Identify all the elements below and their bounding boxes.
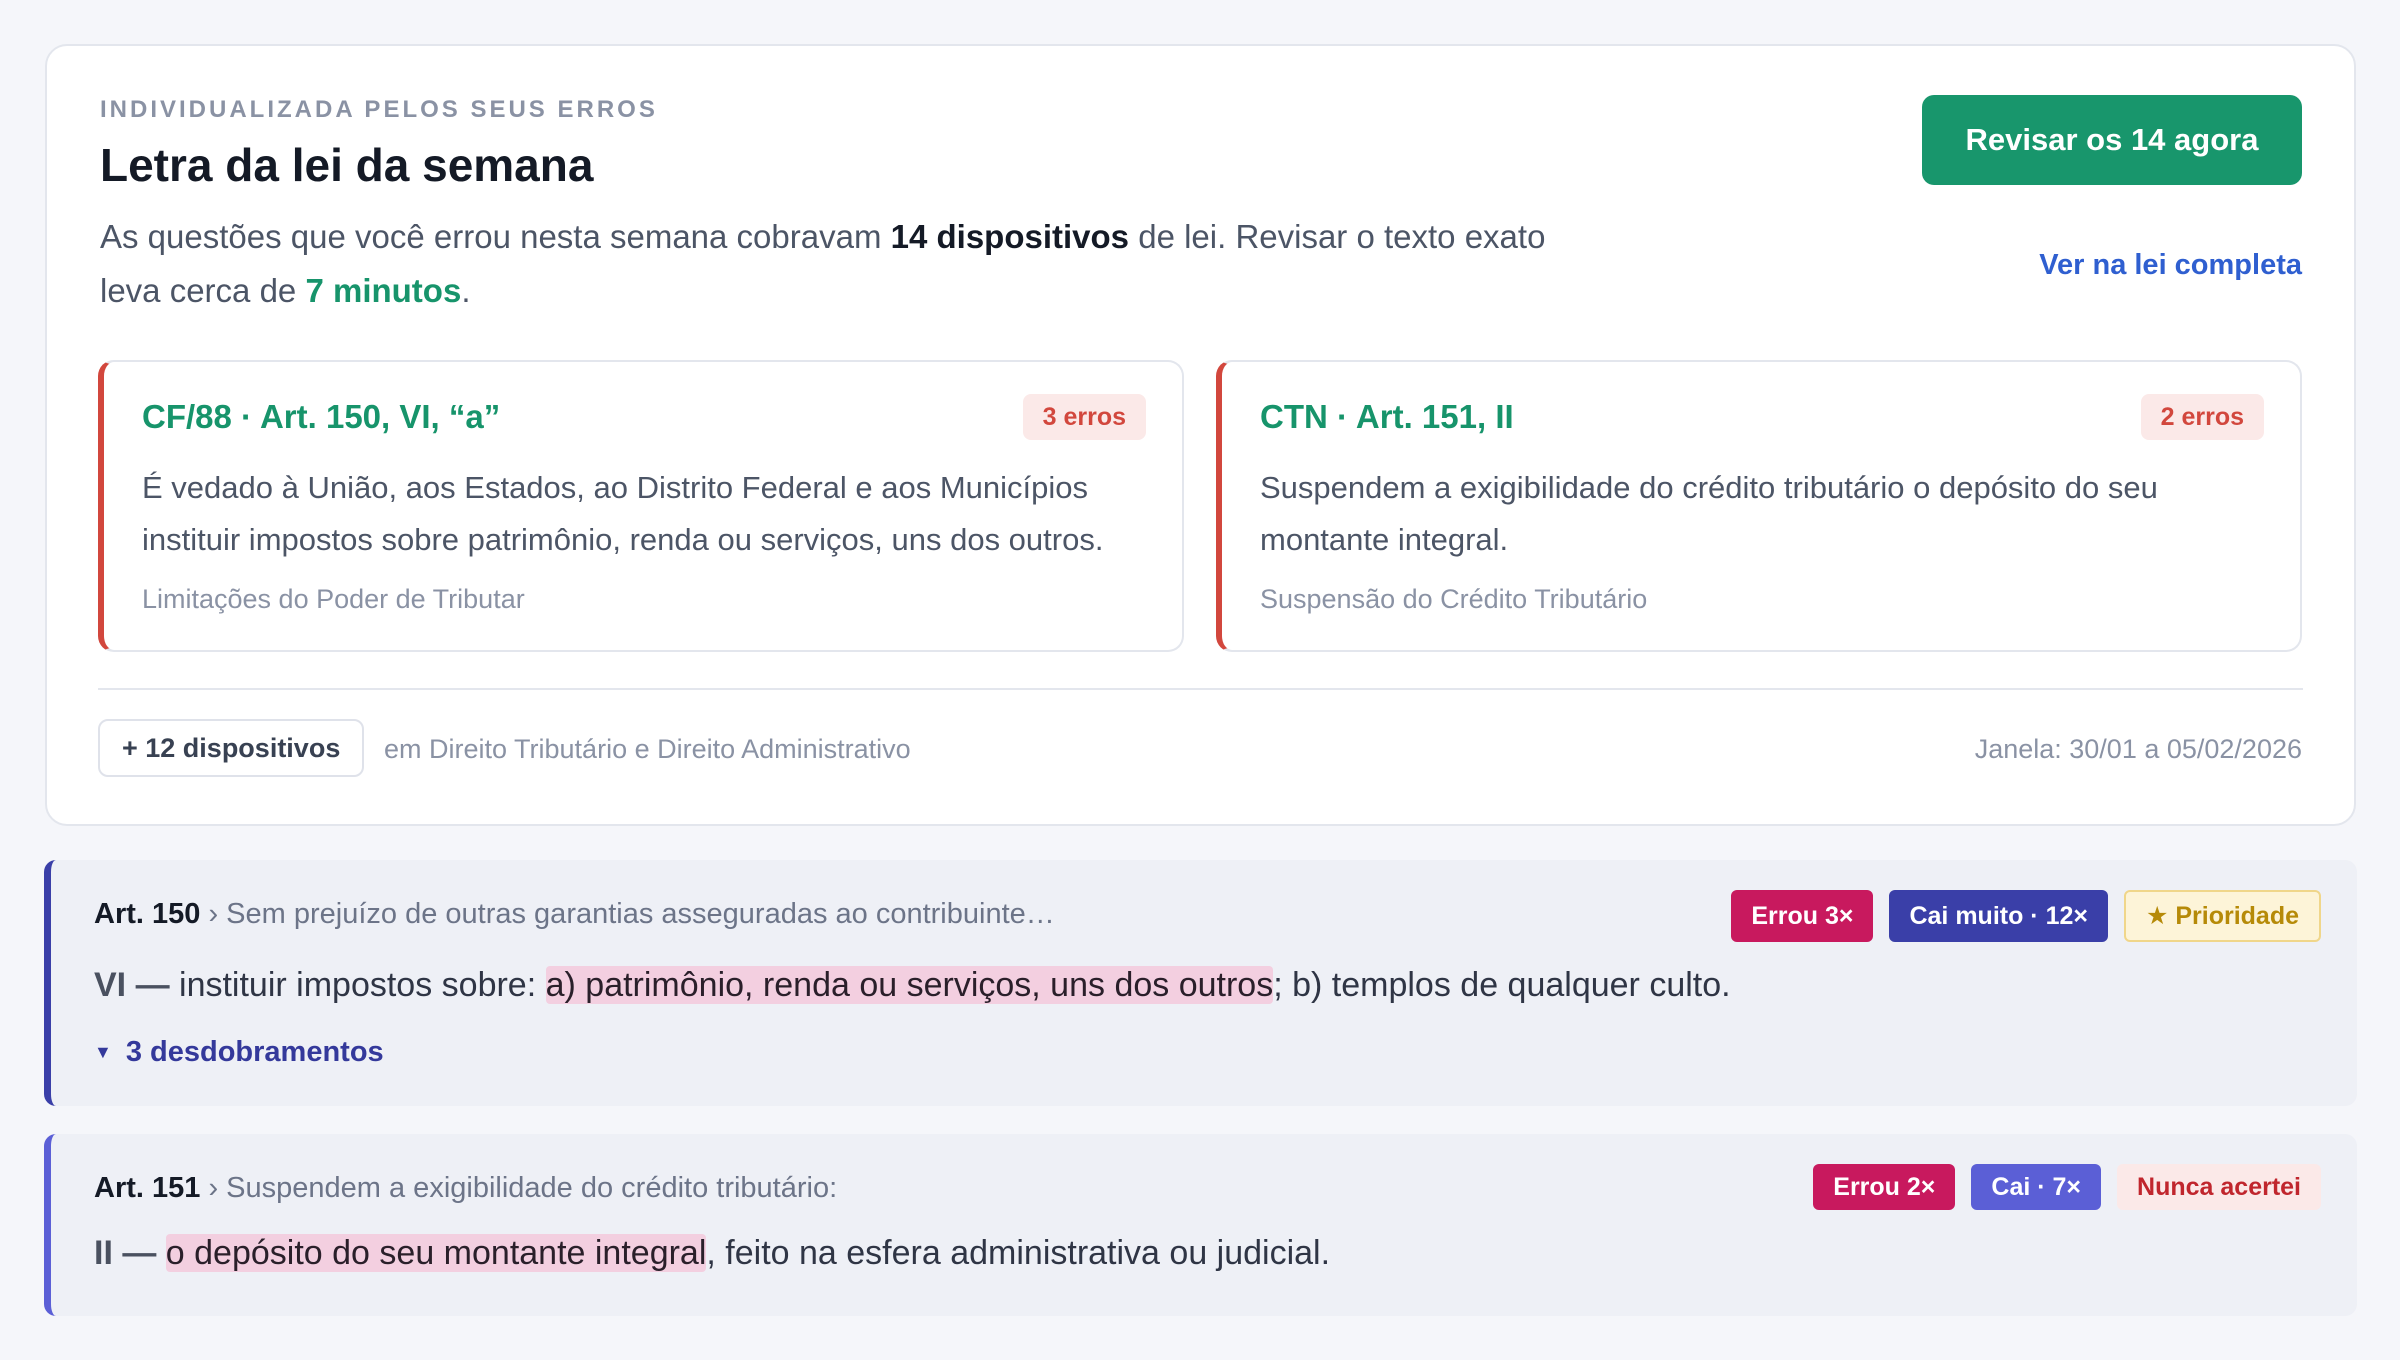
- article-tags: Errou 2× Cai · 7× Nunca acertei: [1813, 1164, 2321, 1210]
- item-text-after: ; b) templos de qualquer culto.: [1273, 966, 1731, 1004]
- article-header: Art. 150 › Sem prejuízo de outras garant…: [94, 898, 1055, 931]
- frequency-tag: Cai muito · 12×: [1889, 890, 2108, 942]
- item-lead: II —: [94, 1234, 157, 1272]
- law-reference: CTN · Art. 151, II: [1260, 398, 1514, 435]
- article-separator: ›: [200, 898, 227, 930]
- expand-label: 3 desdobramentos: [125, 1036, 384, 1068]
- law-text: Suspendem a exigibilidade do crédito tri…: [1260, 470, 2158, 557]
- expand-toggle[interactable]: ▼ 3 desdobramentos: [94, 1036, 384, 1069]
- article-caput: Sem prejuízo de outras garantias assegur…: [226, 898, 1055, 930]
- error-count-badge: 2 erros: [2140, 394, 2264, 440]
- intro-count: 14 dispositivos: [890, 218, 1130, 255]
- article-body: VI — instituir impostos sobre: a) patrim…: [94, 966, 1731, 1005]
- article-151-card: Art. 151 › Suspendem a exigibilidade do …: [44, 1134, 2357, 1316]
- card-title: Letra da lei da semana: [100, 139, 594, 191]
- intro-time: 7 minutos: [305, 272, 462, 309]
- more-devices-button[interactable]: + 12 dispositivos: [98, 719, 365, 777]
- date-window: Janela: 30/01 a 05/02/2026: [1974, 734, 2302, 764]
- article-caput: Suspendem a exigibilidade do crédito tri…: [226, 1172, 838, 1204]
- weekly-law-card: INDIVIDUALIZADA PELOS SEUS ERROS Letra d…: [45, 44, 2356, 826]
- article-tags: Errou 3× Cai muito · 12× ★ Prioridade: [1731, 890, 2321, 942]
- article-150-card: Art. 150 › Sem prejuízo de outras garant…: [44, 860, 2357, 1106]
- item-text-after: , feito na esfera administrativa ou judi…: [706, 1234, 1331, 1272]
- divider: [98, 688, 2303, 690]
- review-now-button[interactable]: Revisar os 14 agora: [1922, 95, 2302, 185]
- law-card[interactable]: CTN · Art. 151, II 2 erros Suspendem a e…: [1216, 360, 2302, 652]
- article-number: Art. 150: [94, 898, 201, 930]
- law-topic: Limitações do Poder de Tributar: [142, 584, 525, 614]
- item-text-before: instituir impostos sobre:: [169, 966, 546, 1004]
- law-topic: Suspensão do Crédito Tributário: [1260, 584, 1648, 614]
- card-eyebrow: INDIVIDUALIZADA PELOS SEUS ERROS: [100, 96, 658, 123]
- article-header: Art. 151 › Suspendem a exigibilidade do …: [94, 1172, 837, 1205]
- law-text: É vedado à União, aos Estados, ao Distri…: [142, 470, 1104, 557]
- highlighted-text: a) patrimônio, renda ou serviços, uns do…: [545, 966, 1274, 1004]
- intro-text-3: .: [461, 272, 471, 309]
- item-text-before: [156, 1234, 165, 1272]
- view-full-law-link[interactable]: Ver na lei completa: [2039, 249, 2302, 282]
- frequency-tag: Cai · 7×: [1971, 1164, 2102, 1210]
- triangle-down-icon: ▼: [94, 1042, 112, 1062]
- law-reference: CF/88 · Art. 150, VI, “a”: [142, 398, 501, 435]
- item-lead: VI —: [94, 966, 170, 1004]
- highlighted-text: o depósito do seu montante integral: [165, 1234, 707, 1272]
- error-tag: Errou 3×: [1731, 890, 1874, 942]
- never-correct-tag: Nunca acertei: [2117, 1164, 2321, 1210]
- error-tag: Errou 2×: [1813, 1164, 1956, 1210]
- article-separator: ›: [200, 1172, 227, 1204]
- card-intro: As questões que você errou nesta semana …: [100, 210, 1600, 318]
- more-devices-description: em Direito Tributário e Direito Administ…: [384, 734, 911, 764]
- article-number: Art. 151: [94, 1172, 201, 1204]
- law-card[interactable]: CF/88 · Art. 150, VI, “a” 3 erros É veda…: [98, 360, 1184, 652]
- article-body: II — o depósito do seu montante integral…: [94, 1234, 1330, 1273]
- error-count-badge: 3 erros: [1022, 394, 1146, 440]
- intro-text-1: As questões que você errou nesta semana …: [100, 218, 891, 255]
- priority-tag: ★ Prioridade: [2123, 890, 2321, 942]
